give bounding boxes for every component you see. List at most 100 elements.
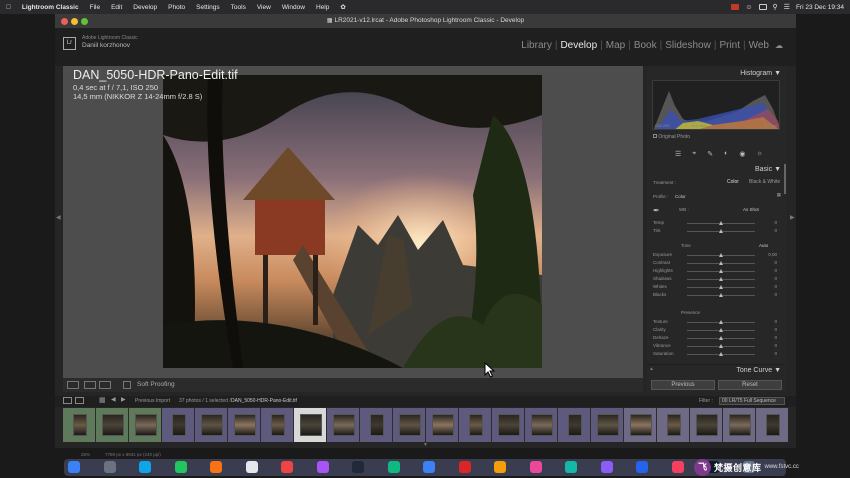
module-web[interactable]: Web [746, 40, 772, 51]
recording-icon[interactable] [731, 4, 740, 10]
slider-handle[interactable] [719, 285, 723, 289]
filmstrip-thumbnail[interactable] [171, 414, 186, 436]
calendar-icon[interactable] [352, 461, 364, 473]
slider-highlights[interactable] [687, 269, 755, 273]
module-develop[interactable]: Develop [557, 40, 600, 51]
contacts-icon[interactable] [387, 461, 400, 473]
filmstrip-cell[interactable] [558, 408, 591, 442]
filmstrip-thumbnail[interactable] [530, 414, 553, 436]
slider-value-shadows[interactable]: 0 [774, 276, 777, 281]
slider-value-tint[interactable]: 0 [774, 228, 777, 233]
menu-view[interactable]: View [257, 4, 271, 11]
secondary-display-1-icon[interactable] [63, 397, 72, 404]
filmstrip-cell[interactable] [129, 408, 162, 442]
filmstrip-cell[interactable] [294, 408, 327, 442]
slider-temp[interactable] [687, 221, 755, 225]
photoshop-icon[interactable] [671, 461, 684, 473]
photos-icon[interactable] [281, 461, 293, 473]
photo-preview[interactable] [163, 75, 542, 368]
wb-eyedropper-icon[interactable]: ✒ [653, 206, 660, 215]
battery-icon[interactable] [758, 4, 767, 10]
left-panel-toggle-icon[interactable]: ◀ [56, 214, 61, 221]
launchpad-icon[interactable] [103, 461, 116, 473]
develop-loupe-view[interactable]: DAN_5050-HDR-Pano-Edit.tif 0,4 sec at f … [63, 66, 643, 378]
forward-arrow-icon[interactable]: ▶ [121, 396, 126, 403]
slider-value-vibrance[interactable]: 0 [774, 343, 777, 348]
masking-icon[interactable]: ◐ [724, 150, 728, 158]
module-slideshow[interactable]: Slideshow [662, 40, 714, 51]
module-library[interactable]: Library [518, 40, 555, 51]
slider-value-clarity[interactable]: 0 [774, 327, 777, 332]
filmstrip-thumbnail[interactable] [398, 414, 421, 436]
cloud-icon[interactable]: ☁ [772, 41, 786, 50]
filmstrip-thumbnail[interactable] [369, 414, 384, 436]
panel-scrollbar[interactable] [784, 164, 786, 194]
back-arrow-icon[interactable]: ◀ [111, 396, 116, 403]
filmstrip-thumbnail[interactable] [270, 414, 285, 436]
zoom-window-button[interactable] [81, 18, 88, 25]
slider-dehaze[interactable] [687, 336, 755, 340]
previous-button[interactable]: Previous [651, 380, 715, 390]
menu-settings[interactable]: Settings [196, 4, 220, 11]
menu-clock[interactable]: Fri 23 Dec 19:34 [796, 4, 844, 11]
close-window-button[interactable] [61, 18, 68, 25]
filmstrip-thumbnail[interactable] [666, 414, 681, 436]
filmstrip-selected-file[interactable]: DAN_5050-HDR-Pano-Edit.tif [231, 398, 297, 404]
filmstrip-thumbnail[interactable] [629, 414, 652, 436]
podcasts-icon[interactable] [494, 461, 506, 473]
filmstrip-source[interactable]: Previous Import [135, 398, 170, 404]
filmstrip-thumbnail[interactable] [101, 414, 124, 436]
filmstrip-cell[interactable] [96, 408, 129, 442]
filmstrip-cell[interactable] [63, 408, 96, 442]
filmstrip-thumbnail[interactable] [233, 414, 256, 436]
slider-value-blacks[interactable]: 0 [774, 292, 777, 297]
filmstrip-cell[interactable] [162, 408, 195, 442]
menu-help[interactable]: Help [316, 4, 329, 11]
reminders-icon[interactable] [423, 461, 435, 473]
minimize-window-button[interactable] [71, 18, 78, 25]
slider-value-saturation[interactable]: 0 [774, 351, 777, 356]
filmstrip-thumbnail[interactable] [299, 414, 322, 436]
slider-whites[interactable] [687, 285, 755, 289]
slider-value-highlights[interactable]: 0 [774, 268, 777, 273]
right-panel-toggle-icon[interactable]: ▶ [790, 214, 795, 221]
before-after-button[interactable] [84, 381, 96, 389]
presets-icon[interactable]: ☼ [756, 150, 762, 158]
facetime-icon[interactable] [316, 461, 329, 473]
filmstrip-cell[interactable] [426, 408, 459, 442]
menu-tools[interactable]: Tools [231, 4, 246, 11]
profile-dropdown[interactable]: Color [675, 194, 686, 199]
tone-curve-header[interactable]: Tone Curve ▼ [647, 364, 785, 376]
filmstrip-thumbnail[interactable] [765, 414, 780, 436]
mail-icon[interactable] [210, 461, 222, 473]
filmstrip-thumbnail[interactable] [431, 414, 454, 436]
before-after-swap-button[interactable] [99, 381, 111, 389]
filter-dropdown[interactable]: 00 LR/T5 Full Sequence [719, 397, 785, 405]
filmstrip-cell[interactable] [756, 408, 788, 442]
filmstrip-cell[interactable] [261, 408, 294, 442]
healing-icon[interactable]: ✎ [707, 150, 713, 158]
filmstrip-thumbnail[interactable] [497, 414, 520, 436]
menu-photo[interactable]: Photo [168, 4, 185, 11]
slider-handle[interactable] [719, 293, 723, 297]
slider-clarity[interactable] [687, 328, 755, 332]
slider-handle[interactable] [719, 221, 723, 225]
grid-view-icon[interactable]: ▦ [99, 396, 106, 404]
filmstrip-thumbnail[interactable] [134, 414, 157, 436]
reset-button[interactable]: Reset [718, 380, 782, 390]
slider-handle[interactable] [719, 229, 723, 233]
secondary-display-2-icon[interactable] [75, 397, 84, 404]
filmstrip-thumbnail[interactable] [596, 414, 619, 436]
filmstrip[interactable] [63, 408, 788, 442]
slider-handle[interactable] [719, 344, 723, 348]
module-book[interactable]: Book [631, 40, 660, 51]
treatment-bw-button[interactable]: Black & White [749, 179, 780, 185]
appstore-icon[interactable] [529, 461, 542, 473]
wifi-icon[interactable]: ☺ [745, 4, 752, 11]
slider-handle[interactable] [719, 261, 723, 265]
filmstrip-cell[interactable] [492, 408, 525, 442]
crop-icon[interactable]: ⌖ [692, 150, 696, 158]
menu-develop[interactable]: Develop [133, 4, 157, 11]
filmstrip-cell[interactable] [591, 408, 624, 442]
maps-icon[interactable] [245, 461, 258, 473]
